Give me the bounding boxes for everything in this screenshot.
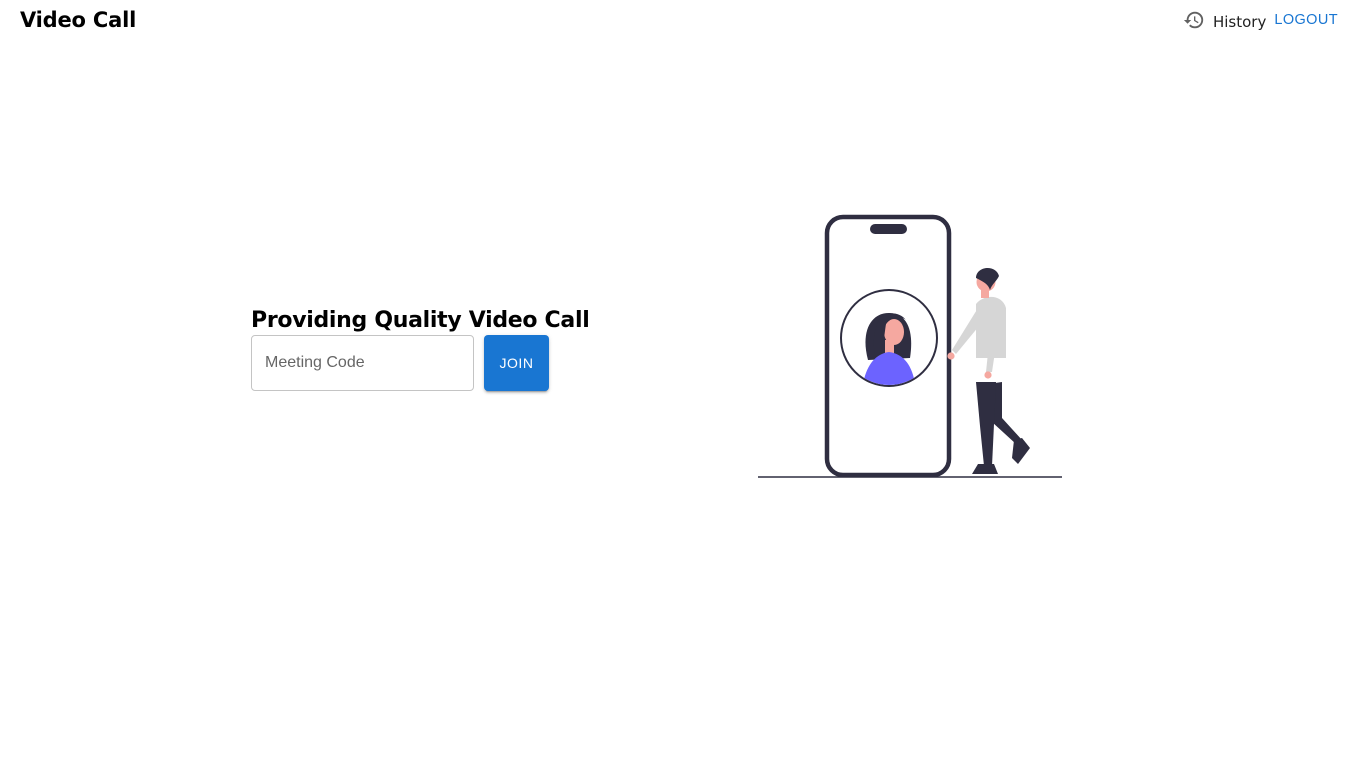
person-figure: [947, 267, 1030, 474]
page-title: Providing Quality Video Call: [251, 308, 590, 333]
join-row: JOIN: [251, 335, 589, 391]
logout-button[interactable]: LOGOUT: [1274, 12, 1338, 28]
join-button[interactable]: JOIN: [484, 335, 549, 391]
history-link[interactable]: History: [1213, 13, 1266, 31]
app-title: Video Call: [20, 8, 137, 32]
header-actions: History LOGOUT: [1183, 9, 1338, 31]
history-icon[interactable]: [1183, 9, 1205, 31]
video-call-illustration: [758, 214, 1062, 478]
meeting-code-input[interactable]: [251, 335, 474, 391]
join-panel: Providing Quality Video Call JOIN: [251, 307, 590, 391]
